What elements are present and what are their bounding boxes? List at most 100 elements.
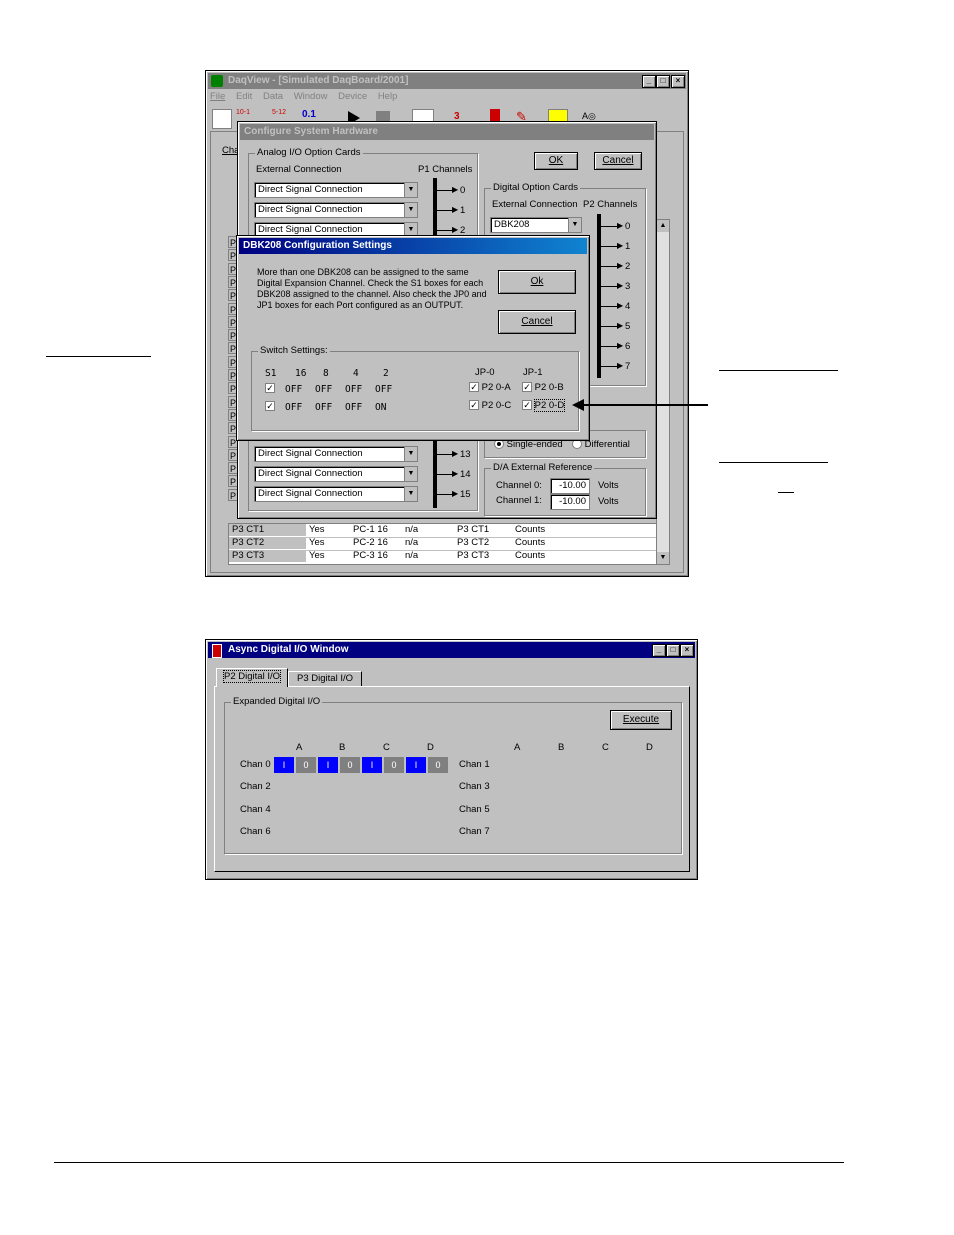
config-titlebar[interactable]: Configure System Hardware — [240, 124, 654, 140]
analog-combo-14[interactable]: Direct Signal Connection ▼ — [254, 466, 418, 482]
menu-help[interactable]: Help — [378, 91, 398, 102]
chan0-c-direction[interactable]: I — [362, 757, 382, 773]
bit2-1[interactable]: ON — [375, 402, 386, 413]
config-ok-button[interactable]: OK — [534, 152, 578, 170]
col-header-d-right: D — [646, 742, 653, 753]
chan0-b-direction[interactable]: I — [318, 757, 338, 773]
tab-p3[interactable]: P3 Digital I/O — [288, 671, 362, 687]
chan5-label: Chan 5 — [459, 804, 490, 815]
cell-label: P3 CT3 — [457, 550, 490, 561]
chan4-label: Chan 4 — [240, 804, 271, 815]
grid-scrollbar[interactable]: ▲ ▼ — [656, 219, 670, 565]
maximize-icon[interactable]: □ — [666, 644, 680, 657]
table-row[interactable]: P3 CT2 Yes PC-2 16 n/a P3 CT2 Counts — [229, 537, 657, 551]
bit16-0[interactable]: OFF — [285, 384, 302, 395]
p2-channel-bar — [597, 214, 601, 378]
analog-combo-13[interactable]: Direct Signal Connection ▼ — [254, 446, 418, 462]
analog-combo-0[interactable]: Direct Signal Connection ▼ — [254, 182, 418, 198]
table-row[interactable]: P3 CT3 Yes PC-3 16 n/a P3 CT3 Counts — [229, 550, 657, 563]
header-s1: S1 — [265, 368, 277, 379]
execute-button[interactable]: Execute — [610, 710, 672, 730]
s1-checkbox-0[interactable]: ✓ — [265, 383, 275, 394]
channel0-input[interactable]: -10.00 — [550, 478, 590, 494]
col-header-c-right: C — [602, 742, 609, 753]
chan7-label: Chan 7 — [459, 826, 490, 837]
combo-value: Direct Signal Connection — [258, 448, 363, 459]
record-icon[interactable] — [490, 109, 500, 121]
channel1-input[interactable]: -10.00 — [550, 494, 590, 510]
col-header-b-right: B — [558, 742, 565, 753]
bit4-1[interactable]: OFF — [345, 402, 362, 413]
digital-combo[interactable]: DBK208 ▼ — [490, 217, 582, 233]
combo-value: Direct Signal Connection — [258, 184, 363, 195]
margin-rule-right-3 — [778, 492, 794, 493]
chan0-d-value[interactable]: 0 — [428, 757, 448, 773]
minimize-icon[interactable]: _ — [642, 75, 656, 88]
tab-p3-label: P3 Digital I/O — [297, 673, 353, 684]
callout-arrow — [572, 399, 708, 411]
chan0-c-value[interactable]: 0 — [384, 757, 404, 773]
grid-icon[interactable] — [212, 109, 232, 129]
dbk-titlebar[interactable]: DBK208 Configuration Settings — [239, 238, 587, 254]
chevron-down-icon[interactable]: ▼ — [404, 487, 417, 501]
s1-checkbox-1[interactable]: ✓ — [265, 401, 275, 412]
jp1-option-0[interactable]: ✓ P2 0-B — [522, 382, 564, 393]
menu-data[interactable]: Data — [263, 91, 283, 102]
jp1-checkbox-0[interactable]: ✓ — [522, 382, 532, 393]
menu-edit[interactable]: Edit — [236, 91, 252, 102]
chevron-down-icon[interactable]: ▼ — [404, 183, 417, 197]
menu-file[interactable]: File — [210, 91, 225, 102]
cell-units: Counts — [515, 550, 546, 561]
chevron-down-icon[interactable]: ▼ — [404, 447, 417, 461]
bit4-0[interactable]: OFF — [345, 384, 362, 395]
col-header-c-left: C — [383, 742, 390, 753]
async-window: Async Digital I/O Window _ □ × P2 Digita… — [205, 639, 698, 880]
menu-device[interactable]: Device — [338, 91, 367, 102]
chan0-b-value[interactable]: 0 — [340, 757, 360, 773]
channel1-units: Volts — [598, 496, 619, 507]
chan0-a-direction[interactable]: I — [274, 757, 294, 773]
jp0-checkbox-1[interactable]: ✓ — [469, 400, 479, 411]
jp0-checkbox-0[interactable]: ✓ — [469, 382, 479, 393]
header-4: 4 — [353, 368, 359, 379]
bit8-0[interactable]: OFF — [315, 384, 332, 395]
config-cancel-button[interactable]: Cancel — [594, 152, 642, 170]
cell-type: PC-1 16 — [353, 524, 388, 535]
chan0-label: Chan 0 — [240, 759, 271, 770]
table-row[interactable]: P3 CT1 Yes PC-1 16 n/a P3 CT1 Counts — [229, 524, 657, 538]
chan0-a-value[interactable]: 0 — [296, 757, 316, 773]
dbk-cancel-button[interactable]: Cancel — [498, 310, 576, 334]
chevron-down-icon[interactable]: ▼ — [404, 467, 417, 481]
bit2-0[interactable]: OFF — [375, 384, 392, 395]
menu-bar: File Edit Data Window Device Help — [210, 91, 397, 105]
async-titlebar[interactable]: Async Digital I/O Window — [208, 642, 695, 658]
chan6-label: Chan 6 — [240, 826, 271, 837]
row-header: P3 CT1 — [229, 524, 306, 536]
channel0-label: Channel 0: — [496, 480, 542, 491]
dbk-ok-button[interactable]: Ok — [498, 270, 576, 294]
chevron-down-icon[interactable]: ▼ — [404, 203, 417, 217]
scroll-up-icon[interactable]: ▲ — [657, 220, 669, 232]
cell-on: Yes — [309, 524, 325, 535]
col-header-a-right: A — [514, 742, 521, 753]
analog-group-label: Analog I/O Option Cards — [255, 147, 363, 158]
maximize-icon[interactable]: □ — [656, 75, 670, 88]
tab-p2-label: P2 Digital I/O — [223, 670, 281, 683]
jp1-checkbox-1[interactable]: ✓ — [522, 400, 532, 411]
scroll-down-icon[interactable]: ▼ — [657, 552, 669, 564]
chan0-d-direction[interactable]: I — [406, 757, 426, 773]
analog-combo-15[interactable]: Direct Signal Connection ▼ — [254, 486, 418, 502]
jp0-option-1[interactable]: ✓ P2 0-C — [469, 400, 511, 411]
chevron-down-icon[interactable]: ▼ — [568, 218, 581, 232]
minimize-icon[interactable]: _ — [652, 644, 666, 657]
bit8-1[interactable]: OFF — [315, 402, 332, 413]
close-icon[interactable]: × — [671, 75, 685, 88]
jp0-option-0[interactable]: ✓ P2 0-A — [469, 382, 511, 393]
menu-window[interactable]: Window — [294, 91, 328, 102]
jp1-option-1[interactable]: ✓ P2 0-D — [522, 399, 566, 412]
daqview-titlebar[interactable]: DaqView - [Simulated DaqBoard/2001] — [208, 73, 686, 89]
analog-combo-1[interactable]: Direct Signal Connection ▼ — [254, 202, 418, 218]
close-icon[interactable]: × — [680, 644, 694, 657]
bit16-1[interactable]: OFF — [285, 402, 302, 413]
tab-p2[interactable]: P2 Digital I/O — [216, 668, 288, 687]
